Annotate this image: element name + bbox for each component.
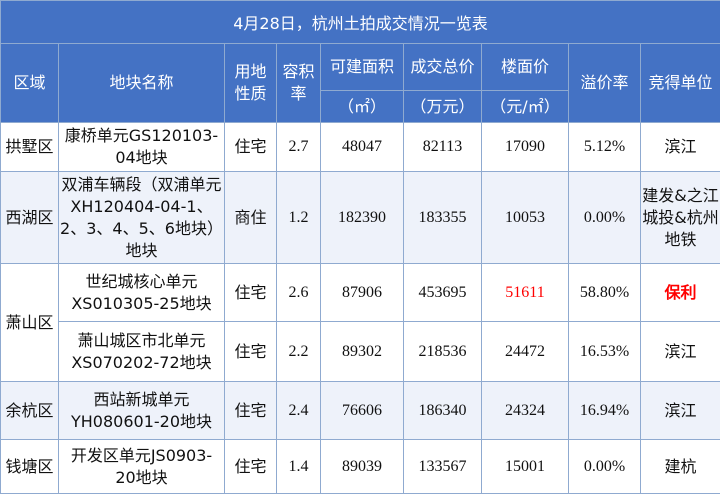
cell-premium-rate: 0.00% [569,440,641,494]
table-row: 钱塘区 开发区单元JS0903- 20地块 住宅 1.4 89039 13356… [1,440,720,494]
cell-plot-ratio: 2.2 [277,322,321,382]
cell-premium-rate: 16.53% [569,322,641,382]
table-row: 余杭区 西站新城单元YH080601-20地块 住宅 2.4 76606 186… [1,382,720,440]
cell-winner-highlight: 保利 [641,264,720,322]
header-total-price: 成交总价 [404,44,482,91]
cell-buildable-area: 89302 [321,322,404,382]
header-plot-ratio: 容积 率 [277,44,321,123]
cell-winner: 滨江 [641,322,720,382]
cell-floor-price: 10053 [482,172,569,264]
land-auction-table: 4月28日，杭州土拍成交情况一览表 区域 地块名称 用地 性质 容积 率 可建面… [0,0,720,494]
header-plot-name: 地块名称 [59,44,225,123]
cell-floor-price: 24324 [482,382,569,440]
cell-land-use: 住宅 [225,123,277,172]
cell-premium-rate: 16.94% [569,382,641,440]
header-winner: 竞得单位 [641,44,720,123]
cell-plot-name: 开发区单元JS0903- 20地块 [59,440,225,494]
table-title: 4月28日，杭州土拍成交情况一览表 [1,1,720,44]
cell-buildable-area: 89039 [321,440,404,494]
header-district: 区域 [1,44,59,123]
table-row: 萧山区 世纪城核心单元XS010305-25地块 住宅 2.6 87906 45… [1,264,720,322]
cell-total-price: 218536 [404,322,482,382]
cell-buildable-area: 182390 [321,172,404,264]
cell-total-price: 82113 [404,123,482,172]
cell-total-price: 453695 [404,264,482,322]
table-row: 西湖区 双浦车辆段（双浦单元XH120404-04-1、2、3、4、5、6地块）… [1,172,720,264]
cell-district: 拱墅区 [1,123,59,172]
header-buildable-area: 可建面积 [321,44,404,91]
cell-premium-rate: 5.12% [569,123,641,172]
cell-plot-ratio: 2.7 [277,123,321,172]
cell-plot-ratio: 2.4 [277,382,321,440]
cell-land-use: 住宅 [225,382,277,440]
cell-winner: 建发&之江城投&杭州地铁 [641,172,720,264]
cell-district: 余杭区 [1,382,59,440]
cell-land-use: 住宅 [225,322,277,382]
cell-plot-name: 西站新城单元YH080601-20地块 [59,382,225,440]
header-land-use: 用地 性质 [225,44,277,123]
header-total-unit: （万元） [404,91,482,123]
cell-district: 萧山区 [1,264,59,382]
cell-plot-ratio: 1.4 [277,440,321,494]
header-buildable-unit: （㎡） [321,91,404,123]
cell-floor-price-highlight: 51611 [482,264,569,322]
cell-total-price: 186340 [404,382,482,440]
table-row: 拱墅区 康桥单元GS120103-04地块 住宅 2.7 48047 82113… [1,123,720,172]
cell-land-use: 商住 [225,172,277,264]
cell-district: 西湖区 [1,172,59,264]
cell-plot-ratio: 2.6 [277,264,321,322]
cell-winner: 建杭 [641,440,720,494]
cell-plot-ratio: 1.2 [277,172,321,264]
cell-buildable-area: 48047 [321,123,404,172]
cell-district: 钱塘区 [1,440,59,494]
header-floor-price: 楼面价 [482,44,569,91]
cell-total-price: 133567 [404,440,482,494]
cell-plot-name: 世纪城核心单元XS010305-25地块 [59,264,225,322]
cell-plot-name: 双浦车辆段（双浦单元XH120404-04-1、2、3、4、5、6地块）地块 [59,174,224,262]
cell-floor-price: 15001 [482,440,569,494]
cell-buildable-area: 76606 [321,382,404,440]
cell-land-use: 住宅 [225,264,277,322]
cell-floor-price: 17090 [482,123,569,172]
cell-winner: 滨江 [641,123,720,172]
header-premium-rate: 溢价率 [569,44,641,123]
cell-land-use: 住宅 [225,440,277,494]
header-floor-unit: （元/㎡） [482,91,569,123]
cell-premium-rate: 0.00% [569,172,641,264]
cell-plot-name: 萧山城区市北单元XS070202-72地块 [59,322,225,382]
cell-floor-price: 24472 [482,322,569,382]
cell-premium-rate: 58.80% [569,264,641,322]
cell-buildable-area: 87906 [321,264,404,322]
cell-plot-name: 康桥单元GS120103-04地块 [59,123,225,172]
cell-total-price: 183355 [404,172,482,264]
table-row: 萧山城区市北单元XS070202-72地块 住宅 2.2 89302 21853… [1,322,720,382]
cell-winner: 滨江 [641,382,720,440]
